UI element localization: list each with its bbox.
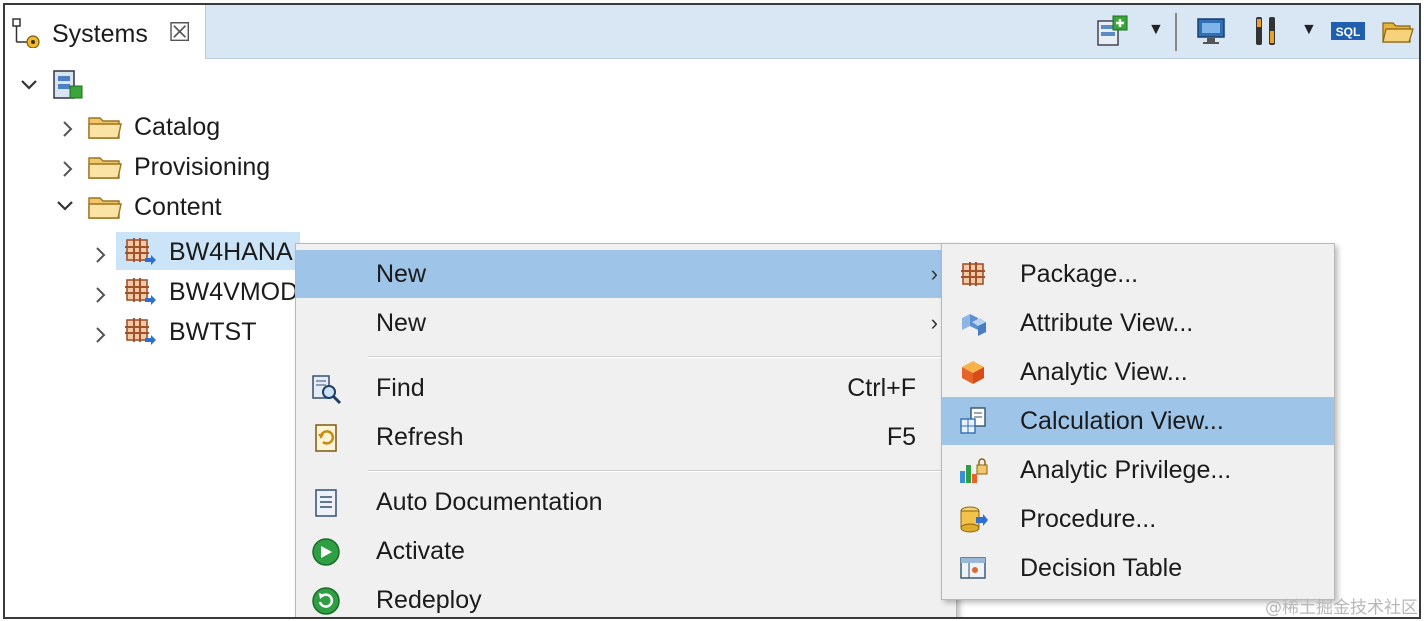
- shortcut-label: Ctrl+F: [847, 374, 916, 402]
- menu-item-label: Decision Table: [1020, 554, 1183, 582]
- menu-item-new[interactable]: New ›: [296, 250, 956, 298]
- menu-separator-highlight: [368, 357, 944, 358]
- analytic-privilege-icon: [958, 455, 988, 485]
- calculation-view-icon: [958, 406, 988, 436]
- chevron-right-icon[interactable]: [91, 245, 111, 265]
- chevron-right-icon[interactable]: [91, 325, 111, 345]
- open-folder-icon[interactable]: [1380, 15, 1416, 47]
- procedure-icon: [958, 504, 988, 534]
- package-icon: [958, 259, 988, 289]
- monitor-icon[interactable]: [1193, 15, 1229, 47]
- chevron-down-icon[interactable]: ▼: [1148, 21, 1164, 39]
- tab-title: Systems: [52, 20, 148, 48]
- chevron-right-icon[interactable]: [58, 119, 78, 139]
- add-system-icon[interactable]: [1093, 15, 1133, 47]
- systems-view: Systems ☒ ▼ ▼ SQL Catalog Provisioning C…: [3, 3, 1421, 619]
- tab-systems[interactable]: Systems ☒: [5, 5, 206, 59]
- tree-item-bw4hana[interactable]: BW4HANA: [169, 234, 293, 270]
- menu-item-label: Attribute View...: [1020, 309, 1194, 337]
- find-icon: [310, 373, 342, 405]
- system-root-icon: [50, 67, 84, 103]
- chevron-down-icon[interactable]: [55, 196, 75, 216]
- svg-text:SQL: SQL: [1336, 25, 1361, 39]
- package-icon: [123, 274, 157, 310]
- submenu-item-attribute-view[interactable]: Attribute View...: [942, 299, 1334, 347]
- menu-item-label: Redeploy: [376, 586, 482, 614]
- menu-item-label: Procedure...: [1020, 505, 1157, 533]
- menu-item-new-2[interactable]: New ›: [296, 299, 956, 347]
- menu-item-label: Find: [376, 374, 425, 402]
- menu-item-auto-documentation[interactable]: Auto Documentation: [296, 478, 956, 526]
- chevron-down-icon[interactable]: [19, 75, 39, 95]
- tools-icon[interactable]: [1248, 15, 1284, 47]
- sql-icon[interactable]: SQL: [1329, 15, 1367, 47]
- submenu-item-analytic-privilege[interactable]: Analytic Privilege...: [942, 446, 1334, 494]
- close-tab-icon[interactable]: ☒: [168, 17, 191, 48]
- submenu-item-decision-table[interactable]: Decision Table: [942, 544, 1334, 592]
- tree-item-bwtst[interactable]: BWTST: [169, 314, 257, 350]
- redeploy-icon: [310, 585, 340, 615]
- chevron-right-icon: ›: [930, 261, 938, 286]
- menu-separator-highlight: [368, 471, 944, 472]
- tree-item-content[interactable]: Content: [134, 189, 222, 225]
- new-submenu: Package... Attribute View... Analytic Vi…: [941, 243, 1335, 600]
- menu-item-label: Calculation View...: [1020, 407, 1224, 435]
- folder-icon: [87, 149, 123, 185]
- tree-item-catalog[interactable]: Catalog: [134, 109, 220, 145]
- menu-item-label: Analytic View...: [1020, 358, 1188, 386]
- submenu-item-analytic-view[interactable]: Analytic View...: [942, 348, 1334, 396]
- menu-item-activate[interactable]: Activate: [296, 527, 956, 575]
- menu-item-label: Auto Documentation: [376, 488, 603, 516]
- menu-item-refresh[interactable]: Refresh F5: [296, 413, 956, 461]
- submenu-item-calculation-view[interactable]: Calculation View...: [942, 397, 1334, 445]
- chevron-right-icon: ›: [930, 310, 938, 335]
- menu-item-label: Analytic Privilege...: [1020, 456, 1232, 484]
- attribute-view-icon: [958, 308, 988, 338]
- decision-table-icon: [958, 553, 988, 583]
- menu-item-redeploy[interactable]: Redeploy: [296, 576, 956, 617]
- menu-item-label: Refresh: [376, 423, 464, 451]
- submenu-item-package[interactable]: Package...: [942, 250, 1334, 298]
- chevron-right-icon[interactable]: [58, 159, 78, 179]
- view-tab-bar: Systems ☒ ▼ ▼ SQL: [5, 5, 1419, 59]
- watermark: @稀土掘金技术社区: [1265, 598, 1418, 618]
- refresh-icon: [310, 422, 340, 452]
- context-menu: New › New › Find Ctrl+F Refresh F5 Auto …: [295, 243, 957, 617]
- analytic-view-icon: [958, 357, 988, 387]
- systems-tree-icon: [11, 18, 45, 53]
- package-icon: [123, 314, 157, 350]
- folder-icon: [87, 109, 123, 145]
- menu-item-label: New: [376, 260, 427, 288]
- tree-item-provisioning[interactable]: Provisioning: [134, 149, 270, 185]
- menu-item-label: Package...: [1020, 260, 1139, 288]
- package-icon: [123, 234, 157, 270]
- menu-item-label: Activate: [376, 537, 465, 565]
- folder-open-icon: [87, 189, 123, 225]
- menu-item-find[interactable]: Find Ctrl+F: [296, 364, 956, 412]
- shortcut-label: F5: [886, 423, 916, 451]
- activate-icon: [310, 536, 340, 566]
- submenu-item-procedure[interactable]: Procedure...: [942, 495, 1334, 543]
- menu-item-label: New: [376, 309, 427, 337]
- chevron-right-icon[interactable]: [91, 285, 111, 305]
- document-icon: [310, 487, 340, 517]
- tree-item-bw4vmod[interactable]: BW4VMOD: [169, 274, 298, 310]
- toolbar-separator: [1175, 13, 1177, 51]
- chevron-down-icon[interactable]: ▼: [1301, 21, 1317, 39]
